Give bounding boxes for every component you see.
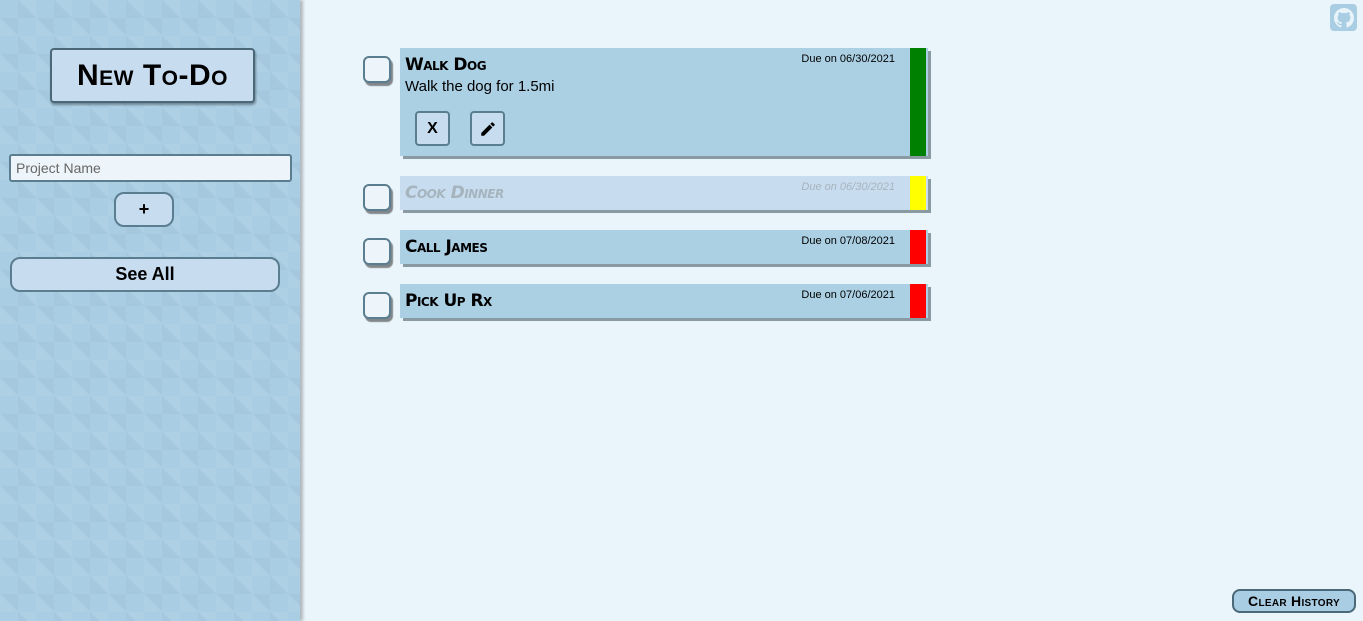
edit-todo-button[interactable] — [470, 111, 505, 146]
todo-title: Call James — [405, 237, 488, 257]
project-name-input[interactable] — [9, 154, 292, 182]
todo-title: Cook Dinner — [405, 183, 504, 203]
todo-complete-checkbox[interactable] — [363, 56, 391, 83]
todo-description: Walk the dog for 1.5mi — [405, 78, 555, 95]
pencil-icon — [480, 121, 495, 136]
todo-card[interactable]: Walk Dog Due on 06/30/2021 Walk the dog … — [400, 48, 928, 156]
priority-indicator — [910, 48, 926, 156]
add-project-button[interactable]: + — [114, 192, 174, 227]
priority-indicator — [910, 176, 926, 210]
todo-title: Pick Up Rx — [405, 291, 492, 311]
todo-due-date: Due on 06/30/2021 — [801, 181, 895, 193]
todo-due-date: Due on 07/06/2021 — [801, 289, 895, 301]
priority-indicator — [910, 284, 926, 318]
see-all-button[interactable]: See All — [10, 257, 280, 292]
todo-complete-checkbox[interactable] — [363, 292, 391, 319]
todo-card[interactable]: Cook Dinner Due on 06/30/2021 — [400, 176, 928, 210]
todo-due-date: Due on 06/30/2021 — [801, 53, 895, 65]
todo-complete-checkbox[interactable] — [363, 238, 391, 265]
todo-complete-checkbox[interactable] — [363, 184, 391, 211]
todo-card[interactable]: Call James Due on 07/08/2021 — [400, 230, 928, 264]
clear-history-button[interactable]: Clear History — [1232, 589, 1356, 613]
todo-card[interactable]: Pick Up Rx Due on 07/06/2021 — [400, 284, 928, 318]
sidebar: New To-Do + See All — [0, 0, 300, 621]
todo-title: Walk Dog — [405, 55, 487, 75]
todo-due-date: Due on 07/08/2021 — [801, 235, 895, 247]
delete-todo-button[interactable]: X — [415, 111, 450, 146]
new-todo-button[interactable]: New To-Do — [50, 48, 255, 103]
github-icon[interactable] — [1330, 4, 1357, 31]
priority-indicator — [910, 230, 926, 264]
